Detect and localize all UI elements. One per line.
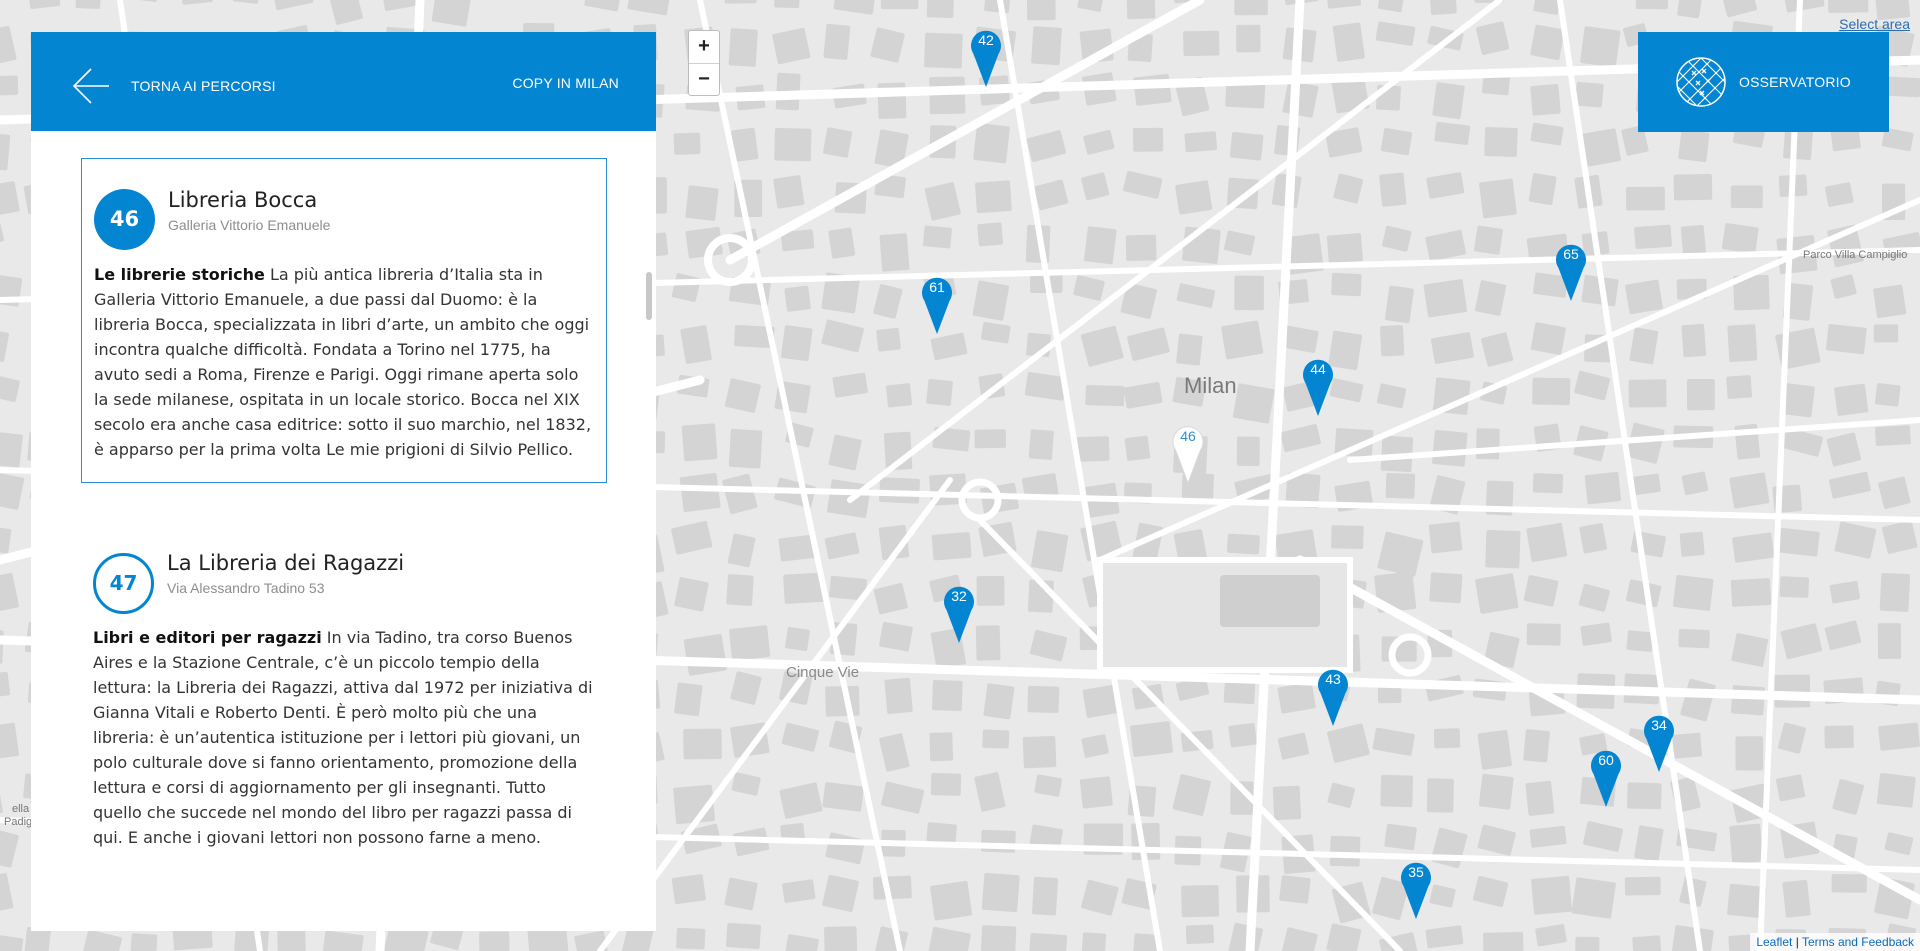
card-lead: Le librerie storiche — [94, 265, 265, 284]
location-card[interactable]: 46 Libreria Bocca Galleria Vittorio Eman… — [81, 158, 607, 483]
card-body: Libri e editori per ragazzi In via Tadin… — [93, 625, 595, 850]
marker-number: 60 — [1598, 752, 1614, 768]
map-marker[interactable]: 34 — [1643, 711, 1675, 773]
card-title: La Libreria dei Ragazzi — [167, 551, 405, 575]
edge-label-bottom: Padig — [4, 816, 33, 828]
marker-number: 43 — [1325, 671, 1341, 687]
map-marker-active[interactable]: 46 — [1172, 422, 1204, 484]
card-lead: Libri e editori per ragazzi — [93, 628, 322, 647]
card-text: In via Tadino, tra corso Buenos Aires e … — [93, 628, 593, 847]
select-area-link[interactable]: Select area — [1839, 16, 1910, 32]
header-bar: TORNA AI PERCORSI COPY IN MILAN — [31, 32, 656, 131]
copy-in-milan-link[interactable]: COPY IN MILAN — [512, 75, 619, 91]
map-marker[interactable]: 32 — [943, 582, 975, 644]
map-marker[interactable]: 35 — [1400, 858, 1432, 920]
marker-number: 44 — [1310, 361, 1326, 377]
marker-number: 42 — [978, 32, 994, 48]
observatory-button[interactable]: OSSERVATORIO — [1638, 32, 1889, 132]
card-body: Le librerie storiche La più antica libre… — [94, 262, 596, 462]
zoom-control: + − — [688, 30, 720, 96]
marker-number: 65 — [1563, 246, 1579, 262]
card-title: Libreria Bocca — [168, 188, 318, 212]
leaflet-link[interactable]: Leaflet — [1756, 935, 1792, 949]
card-number-badge: 46 — [94, 189, 155, 250]
edge-label-top: ella — [12, 803, 30, 815]
location-card[interactable]: 47 La Libreria dei Ragazzi Via Alessandr… — [81, 521, 607, 861]
panel-scrollbar[interactable] — [646, 272, 652, 320]
side-panel: 46 Libreria Bocca Galleria Vittorio Eman… — [31, 131, 656, 931]
card-subtitle: Galleria Vittorio Emanuele — [168, 217, 331, 233]
park-label: Parco Villa Campiglio — [1803, 249, 1908, 261]
card-text: La più antica libreria d’Italia sta in G… — [94, 265, 592, 459]
map-marker[interactable]: 65 — [1555, 240, 1587, 302]
marker-number: 46 — [1180, 428, 1196, 444]
district-label: Cinque Vie — [786, 664, 860, 681]
observatory-label: OSSERVATORIO — [1739, 74, 1851, 90]
map-marker[interactable]: 60 — [1590, 746, 1622, 808]
marker-number: 61 — [929, 279, 945, 295]
card-number-badge: 47 — [93, 553, 154, 614]
marker-number: 35 — [1408, 864, 1424, 880]
terms-link[interactable]: Terms and Feedback — [1802, 935, 1914, 949]
back-to-routes-label: TORNA AI PERCORSI — [131, 78, 276, 94]
attribution-separator: | — [1792, 935, 1802, 949]
globe-grid-icon — [1676, 57, 1726, 107]
city-label: Milan — [1184, 373, 1237, 398]
map-attribution: Leaflet | Terms and Feedback — [1750, 933, 1920, 951]
marker-number: 32 — [951, 588, 967, 604]
card-subtitle: Via Alessandro Tadino 53 — [167, 580, 325, 596]
map-marker[interactable]: 61 — [921, 273, 953, 335]
zoom-out-button[interactable]: − — [689, 63, 719, 95]
marker-number: 34 — [1651, 717, 1667, 733]
zoom-in-button[interactable]: + — [689, 31, 719, 63]
map-marker[interactable]: 44 — [1302, 355, 1334, 417]
arrow-left-icon — [72, 68, 109, 104]
map-marker[interactable]: 43 — [1317, 665, 1349, 727]
back-to-routes-button[interactable]: TORNA AI PERCORSI — [71, 66, 276, 106]
map-marker[interactable]: 42 — [970, 26, 1002, 88]
